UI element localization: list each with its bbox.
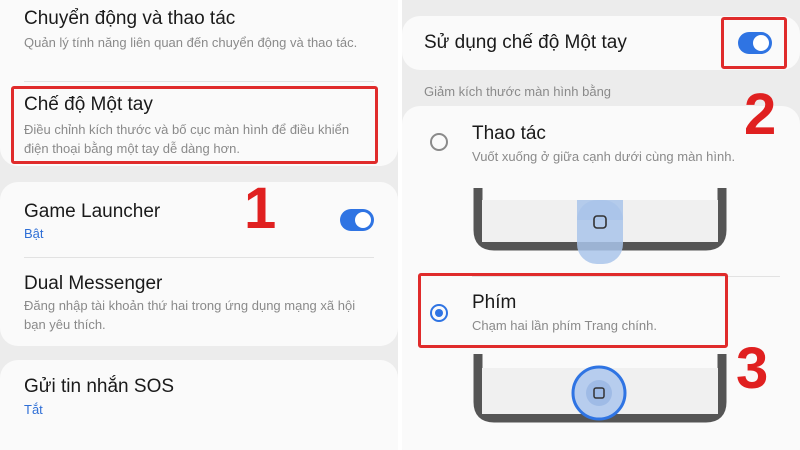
dual-messenger-title: Dual Messenger bbox=[24, 273, 163, 294]
motion-title: Chuyển động và thao tác bbox=[24, 8, 236, 29]
step-number-3: 3 bbox=[736, 336, 769, 401]
game-launcher-item[interactable]: Game Launcher Bật bbox=[0, 186, 398, 252]
sos-title: Gửi tin nhắn SOS bbox=[24, 376, 175, 397]
highlight-toggle bbox=[721, 17, 787, 69]
game-launcher-status: Bật bbox=[24, 226, 44, 241]
gesture-radio[interactable] bbox=[430, 133, 448, 151]
dual-messenger-item[interactable]: Dual Messenger Đăng nhập tài khoản thứ h… bbox=[0, 260, 398, 340]
divider bbox=[24, 81, 374, 82]
toggle-knob bbox=[355, 212, 371, 228]
game-launcher-toggle[interactable] bbox=[340, 209, 374, 231]
highlight-one-hand-mode bbox=[11, 86, 378, 164]
step-number-1: 1 bbox=[244, 176, 277, 241]
step-number-2: 2 bbox=[744, 82, 777, 147]
right-settings-panel: Sử dụng chế độ Một tay Giảm kích thước m… bbox=[402, 0, 800, 450]
highlight-button-option bbox=[418, 273, 728, 348]
section-label: Giảm kích thước màn hình bằng bbox=[424, 84, 612, 99]
option-gesture[interactable]: Thao tác Vuốt xuống ở giữa cạnh dưới cùn… bbox=[402, 110, 800, 270]
gesture-desc: Vuốt xuống ở giữa cạnh dưới cùng màn hìn… bbox=[472, 149, 736, 164]
motion-desc: Quản lý tính năng liên quan đến chuyển đ… bbox=[24, 35, 358, 50]
gesture-illustration bbox=[473, 188, 727, 264]
divider bbox=[24, 257, 374, 258]
sos-item[interactable]: Gửi tin nhắn SOS Tắt bbox=[0, 362, 398, 428]
dual-messenger-desc: Đăng nhập tài khoản thứ hai trong ứng dụ… bbox=[24, 298, 356, 332]
gesture-title: Thao tác bbox=[472, 123, 546, 144]
game-launcher-title: Game Launcher bbox=[24, 201, 161, 222]
motion-item[interactable]: Chuyển động và thao tác Quản lý tính năn… bbox=[0, 0, 398, 80]
sos-status: Tắt bbox=[24, 402, 43, 417]
use-one-hand-title: Sử dụng chế độ Một tay bbox=[424, 32, 627, 53]
left-settings-panel: Chuyển động và thao tác Quản lý tính năn… bbox=[0, 0, 398, 450]
